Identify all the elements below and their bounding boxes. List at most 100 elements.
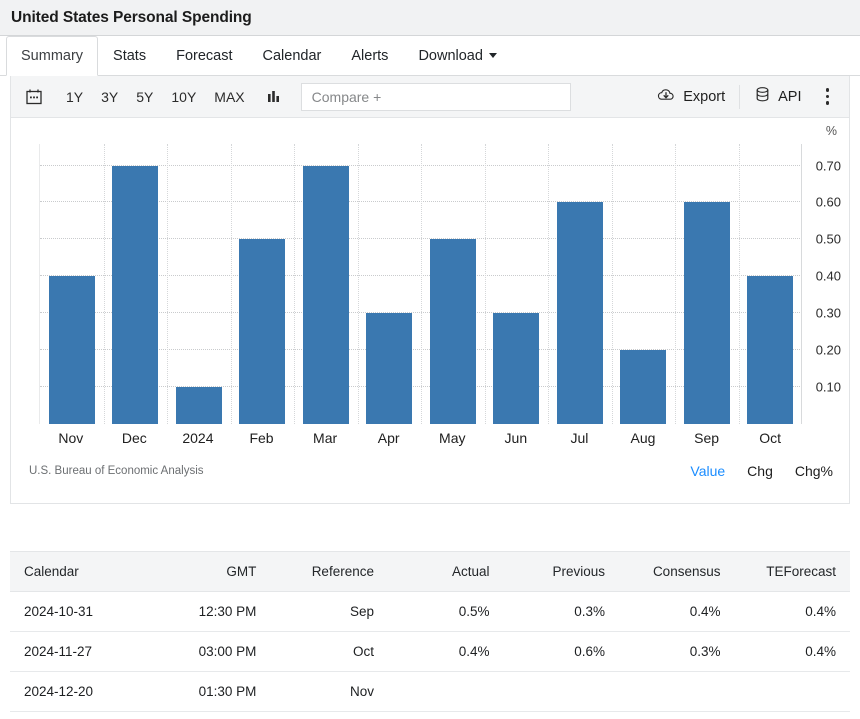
bar-may[interactable] [430,239,476,424]
y-axis-tick-label: 0.50 [816,232,841,247]
x-axis-label: Sep [675,430,739,446]
chart-panel: 1Y3Y5Y10YMAX Export [10,76,850,504]
chevron-down-icon [489,53,497,58]
column-header-previous[interactable]: Previous [503,552,619,592]
bar-cell[interactable] [231,144,295,424]
compare-input[interactable] [301,83,571,111]
cell-previous: 0.6% [503,632,619,672]
tab-summary[interactable]: Summary [6,36,98,76]
column-header-consensus[interactable]: Consensus [619,552,735,592]
x-axis-label: May [420,430,484,446]
range-button-5y[interactable]: 5Y [127,85,162,109]
cell-gmt: 03:00 PM [153,632,271,672]
bar-aug[interactable] [620,350,666,424]
cell-consensus: 0.4% [619,592,735,632]
api-button[interactable]: API [746,82,809,112]
chart-canvas: % 0.100.200.300.400.500.600.70 NovDec202… [11,118,849,503]
bar-cell[interactable] [421,144,485,424]
cell-actual: 0.4% [388,632,504,672]
bar-cell[interactable] [612,144,676,424]
cell-calendar: 2024-12-20 [10,672,153,712]
x-axis-label: Dec [103,430,167,446]
export-button[interactable]: Export [648,82,733,112]
bar-cell[interactable] [739,144,803,424]
range-button-1y[interactable]: 1Y [57,85,92,109]
tab-label: Calendar [263,48,322,64]
bar-apr[interactable] [366,313,412,424]
compare-field-wrapper [301,83,571,111]
tab-forecast[interactable]: Forecast [161,36,247,75]
calendar-table-wrapper: CalendarGMTReferenceActualPreviousConsen… [10,551,850,712]
cell-reference: Oct [270,632,388,672]
value-tab-value[interactable]: Value [690,463,725,479]
x-axis-label: 2024 [166,430,230,446]
table-row[interactable]: 2024-10-3112:30 PMSep0.5%0.3%0.4%0.4% [10,592,850,632]
range-button-10y[interactable]: 10Y [162,85,205,109]
cell-consensus: 0.3% [619,632,735,672]
range-selector: 1Y3Y5Y10YMAX [57,85,254,109]
column-header-teforecast[interactable]: TEForecast [734,552,850,592]
x-axis-label: Apr [357,430,421,446]
range-button-3y[interactable]: 3Y [92,85,127,109]
table-row[interactable]: 2024-11-2703:00 PMOct0.4%0.6%0.3%0.4% [10,632,850,672]
tab-download[interactable]: Download [403,36,512,75]
value-tab-chgpct[interactable]: Chg% [795,463,833,479]
toolbar-divider [739,85,740,109]
column-header-calendar[interactable]: Calendar [10,552,153,592]
x-axis-label: Nov [39,430,103,446]
column-header-gmt[interactable]: GMT [153,552,271,592]
cell-consensus [619,672,735,712]
x-axis-label: Jun [484,430,548,446]
bar-cell[interactable] [294,144,358,424]
cell-teforecast: 0.4% [734,592,850,632]
x-axis-label: Jul [548,430,612,446]
bar-feb[interactable] [239,239,285,424]
chart-toolbar: 1Y3Y5Y10YMAX Export [11,76,849,118]
bar-dec[interactable] [112,166,158,424]
calendar-icon[interactable] [19,82,49,112]
bar-nov[interactable] [49,276,95,424]
y-axis-tick-label: 0.20 [816,343,841,358]
bar-mar[interactable] [303,166,349,424]
x-axis-labels: NovDec2024FebMarAprMayJunJulAugSepOct [39,430,802,446]
tab-alerts[interactable]: Alerts [336,36,403,75]
tab-calendar[interactable]: Calendar [248,36,337,75]
bar-sep[interactable] [684,202,730,424]
bar-jun[interactable] [493,313,539,424]
bar-cell[interactable] [104,144,168,424]
page-header: United States Personal Spending [0,0,860,36]
cell-gmt: 12:30 PM [153,592,271,632]
y-axis-tick-label: 0.70 [816,158,841,173]
table-body: 2024-10-3112:30 PMSep0.5%0.3%0.4%0.4% 202… [10,592,850,712]
x-axis-label: Mar [293,430,357,446]
bar-cell[interactable] [548,144,612,424]
bar-cell[interactable] [167,144,231,424]
value-tab-chg[interactable]: Chg [747,463,773,479]
bar-oct[interactable] [747,276,793,424]
cell-previous: 0.3% [503,592,619,632]
cloud-download-icon [656,86,676,108]
bar-cell[interactable] [40,144,104,424]
export-label: Export [683,89,725,105]
x-axis-label: Feb [230,430,294,446]
bar-cell[interactable] [675,144,739,424]
tab-label: Forecast [176,48,232,64]
column-header-actual[interactable]: Actual [388,552,504,592]
bar-2024[interactable] [176,387,222,424]
tab-stats[interactable]: Stats [98,36,161,75]
y-axis-tick-label: 0.60 [816,195,841,210]
bar-chart-icon[interactable] [266,88,283,105]
bar-jul[interactable] [557,202,603,424]
kebab-menu-icon[interactable] [816,82,840,111]
bar-cell[interactable] [358,144,422,424]
cell-previous [503,672,619,712]
cell-actual [388,672,504,712]
tab-label: Download [418,48,483,64]
api-label: API [778,89,801,105]
value-mode-tabs: Value Chg Chg% [690,463,833,479]
database-icon [754,86,771,108]
range-button-max[interactable]: MAX [205,85,253,109]
bar-cell[interactable] [485,144,549,424]
column-header-reference[interactable]: Reference [270,552,388,592]
table-row[interactable]: 2024-12-2001:30 PMNov [10,672,850,712]
